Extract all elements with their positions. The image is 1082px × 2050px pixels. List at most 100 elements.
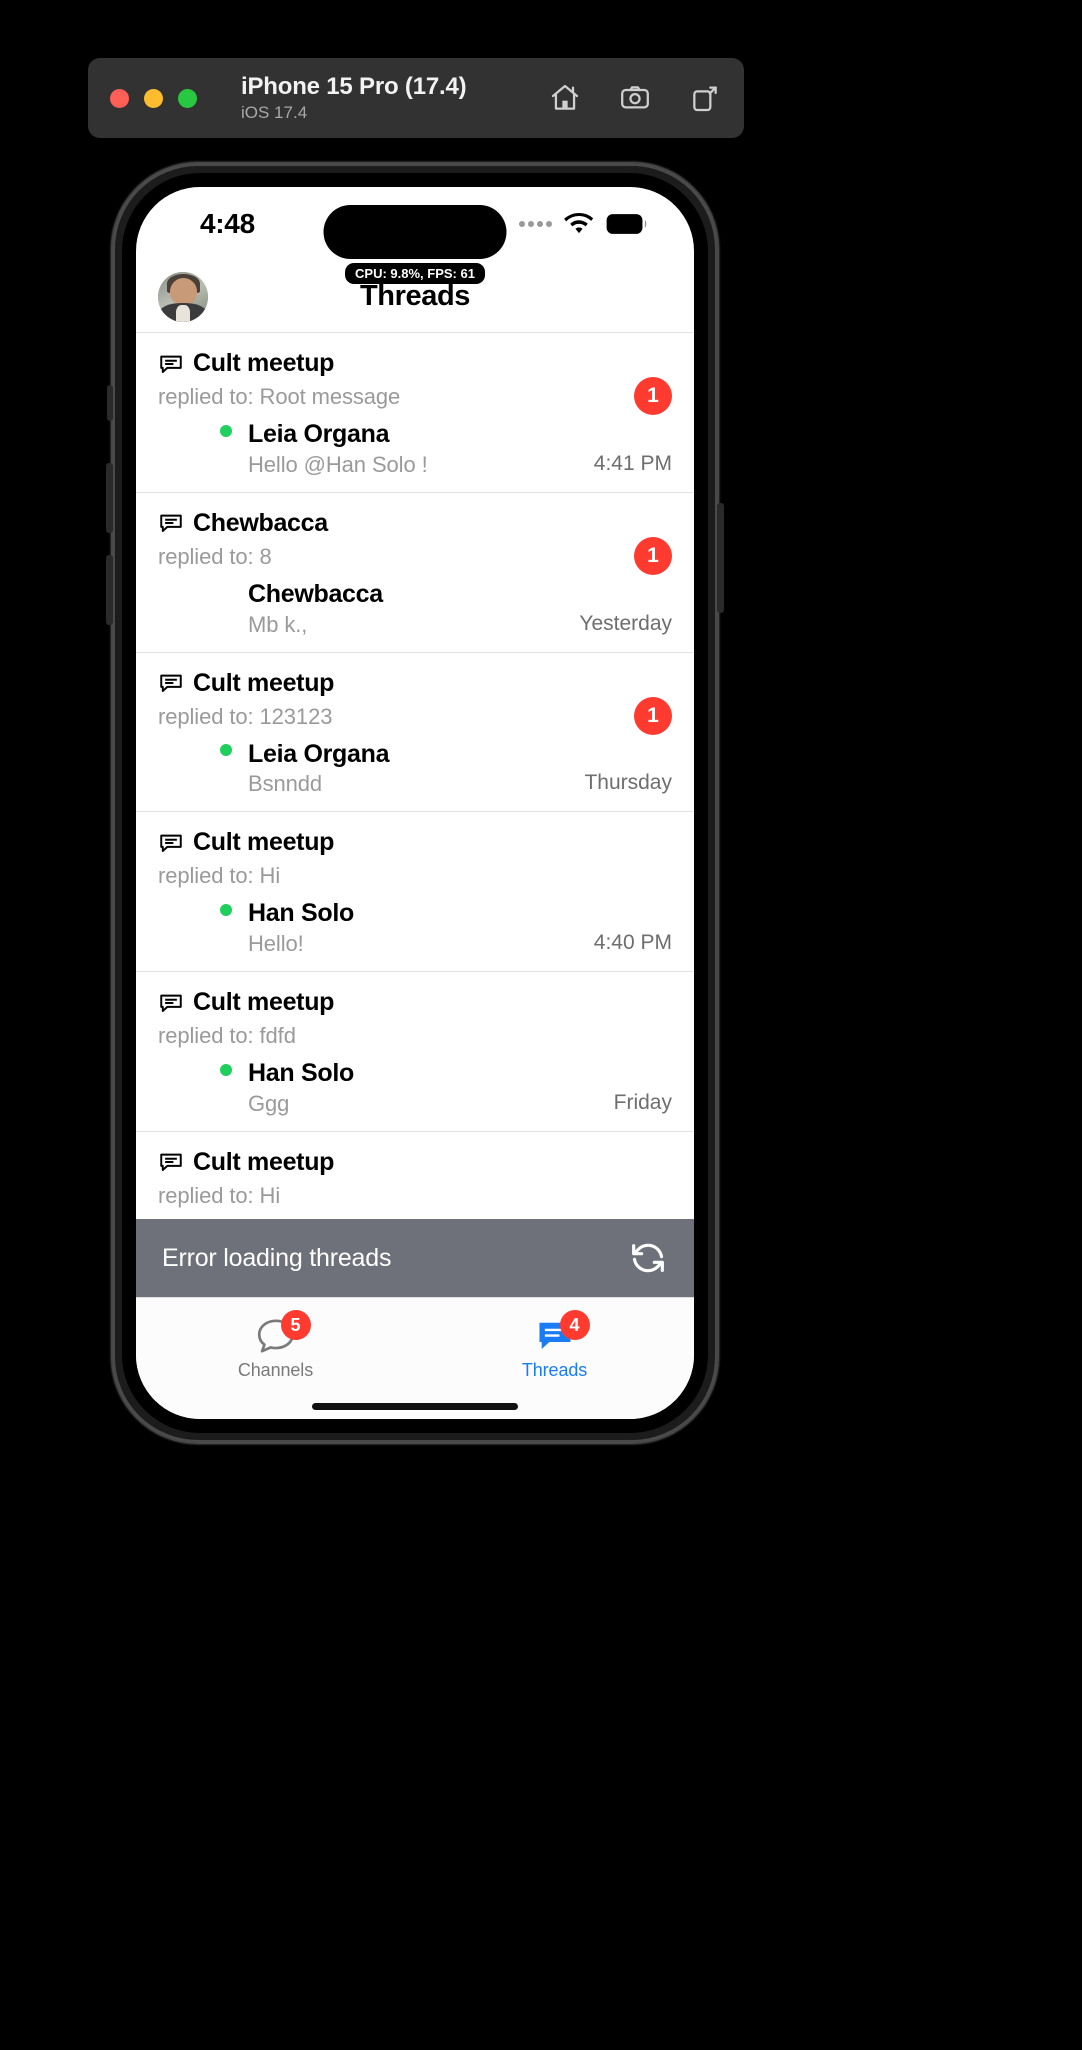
- message-author: Han Solo: [248, 899, 354, 928]
- thread-header: Cult meetup: [158, 669, 672, 698]
- thread-row[interactable]: Cult meetup replied to: fdfd Han Solo Gg…: [136, 971, 694, 1131]
- message-author: Leia Organa: [248, 420, 390, 448]
- thread-bubble-icon: [158, 1149, 184, 1175]
- message-timestamp: Friday: [613, 1090, 672, 1114]
- thread-channel-name: Cult meetup: [193, 1147, 335, 1176]
- performance-overlay: CPU: 9.8%, FPS: 61: [345, 263, 485, 284]
- volume-down-button[interactable]: [106, 555, 113, 625]
- message-author: Chewbacca: [248, 579, 383, 608]
- thread-replied-to: replied to: Hi: [158, 1182, 281, 1208]
- thread-row[interactable]: Cult meetup replied to: Hi Han Solo Hell…: [136, 811, 694, 971]
- avatar: [180, 422, 234, 476]
- thread-header: Cult meetup: [158, 828, 672, 857]
- status-bar-indicators: [519, 213, 648, 235]
- error-message: Error loading threads: [162, 1243, 392, 1272]
- minimize-button[interactable]: [144, 88, 163, 108]
- thread-latest-message: Han Solo Ggg Friday: [158, 1059, 672, 1131]
- power-button[interactable]: [717, 503, 724, 613]
- message-timestamp: 4:40 PM: [593, 931, 672, 954]
- thread-replied-to: replied to: 123123: [158, 703, 333, 729]
- zoom-button[interactable]: [178, 88, 197, 108]
- thread-replied-to: replied to: Hi: [158, 863, 281, 889]
- thread-latest-message: Leia Organa Hello @Han Solo ! 4:41 PM: [158, 420, 672, 492]
- thread-row[interactable]: Cult meetup replied to: 123123 1 Leia Or…: [136, 651, 694, 812]
- error-banner: Error loading threads: [136, 1219, 694, 1297]
- simulator-titlebar: iPhone 15 Pro (17.4) iOS 17.4: [88, 58, 744, 138]
- thread-header: Chewbacca: [158, 509, 672, 538]
- thread-bubble-icon: [158, 351, 184, 377]
- tab-channels[interactable]: 5 Channels: [136, 1298, 415, 1393]
- window-controls: [110, 88, 197, 108]
- message-timestamp: Thursday: [584, 771, 672, 795]
- tab-channels-label: Channels: [237, 1360, 314, 1380]
- volume-up-button[interactable]: [106, 463, 113, 533]
- refresh-icon[interactable]: [628, 1238, 668, 1278]
- message-preview: Ggg: [248, 1090, 290, 1116]
- online-status-indicator: [218, 1061, 234, 1078]
- avatar: [180, 582, 234, 636]
- thread-channel-name: Chewbacca: [193, 508, 328, 537]
- thread-channel-name: Cult meetup: [193, 988, 335, 1016]
- thread-header: Cult meetup: [158, 988, 672, 1017]
- message-author: Han Solo: [248, 1059, 354, 1087]
- simulator-toolbar: [548, 81, 722, 115]
- device-bezel: 4:48 CPU: 9.8%, FPS: 61 Threads Cult mee…: [122, 173, 708, 1433]
- unread-badge: 1: [634, 377, 672, 415]
- online-status-indicator: [218, 902, 234, 919]
- simulator-os-version: iOS 17.4: [241, 102, 308, 122]
- thread-row[interactable]: Cult meetup replied to: Hi: [136, 1130, 694, 1209]
- battery-icon: [606, 213, 648, 235]
- cellular-signal-icon: [519, 221, 552, 227]
- thread-bubble-icon: [158, 830, 184, 856]
- thread-replied-to: replied to: 8: [158, 543, 272, 569]
- thread-header: Cult meetup: [158, 1148, 672, 1177]
- close-button[interactable]: [110, 88, 129, 108]
- thread-row[interactable]: Chewbacca replied to: 8 1 Chewbacca Mb k…: [136, 491, 694, 652]
- tab-threads[interactable]: 4 Threads: [415, 1298, 694, 1393]
- thread-latest-message: Han Solo Hello! 4:40 PM: [158, 899, 672, 971]
- rotate-icon[interactable]: [688, 81, 722, 115]
- online-status-indicator: [218, 422, 234, 439]
- thread-replied-to: replied to: Root message: [158, 384, 401, 409]
- threads-list[interactable]: Cult meetup replied to: Root message 1 L…: [136, 333, 694, 1219]
- wifi-icon: [564, 213, 594, 235]
- thread-bubble-icon: [158, 670, 184, 696]
- thread-bubble-icon: [158, 510, 184, 536]
- message-author: Leia Organa: [248, 739, 390, 768]
- chat-bubble-outline-icon: 5: [251, 1310, 311, 1356]
- status-bar-time: 4:48: [200, 208, 255, 239]
- screenshot-icon[interactable]: [618, 81, 652, 115]
- page-title: Threads: [359, 280, 470, 312]
- mute-switch[interactable]: [107, 385, 113, 421]
- avatar: [180, 741, 234, 795]
- thread-bubble-icon: [158, 990, 184, 1016]
- avatar: [180, 1061, 234, 1115]
- thread-replied-to: replied to: fdfd: [158, 1023, 296, 1048]
- unread-badge: 1: [634, 696, 672, 735]
- home-icon[interactable]: [548, 81, 582, 115]
- message-preview: Mb k.,: [248, 611, 308, 637]
- threads-badge: 4: [559, 1310, 590, 1340]
- message-preview: Hello!: [248, 931, 304, 956]
- channels-badge: 5: [280, 1310, 311, 1340]
- thread-latest-message: Chewbacca Mb k., Yesterday: [158, 580, 672, 652]
- dynamic-island: [323, 205, 507, 259]
- chat-bubble-filled-icon: 4: [530, 1310, 590, 1356]
- simulator-device-name: iPhone 15 Pro (17.4): [241, 73, 467, 100]
- device-screen: 4:48 CPU: 9.8%, FPS: 61 Threads Cult mee…: [136, 187, 694, 1419]
- simulator-window: iPhone 15 Pro (17.4) iOS 17.4 4:48 CPU: …: [0, 0, 1082, 2050]
- simulator-title-group: iPhone 15 Pro (17.4) iOS 17.4: [241, 73, 467, 123]
- device-frame: 4:48 CPU: 9.8%, FPS: 61 Threads Cult mee…: [106, 163, 724, 1443]
- status-bar: 4:48 CPU: 9.8%, FPS: 61: [136, 187, 694, 284]
- avatar: [180, 901, 234, 955]
- thread-row[interactable]: Cult meetup replied to: Root message 1 L…: [136, 333, 694, 492]
- thread-header: Cult meetup: [158, 349, 672, 378]
- tab-threads-label: Threads: [521, 1360, 588, 1380]
- home-indicator[interactable]: [136, 1393, 694, 1419]
- message-preview: Bsnndd: [248, 771, 323, 797]
- message-timestamp: Yesterday: [579, 611, 672, 635]
- tab-bar: 5 Channels 4 Threads: [136, 1297, 694, 1393]
- thread-latest-message: Leia Organa Bsnndd Thursday: [158, 740, 672, 812]
- unread-badge: 1: [634, 536, 672, 575]
- online-status-indicator: [218, 742, 234, 759]
